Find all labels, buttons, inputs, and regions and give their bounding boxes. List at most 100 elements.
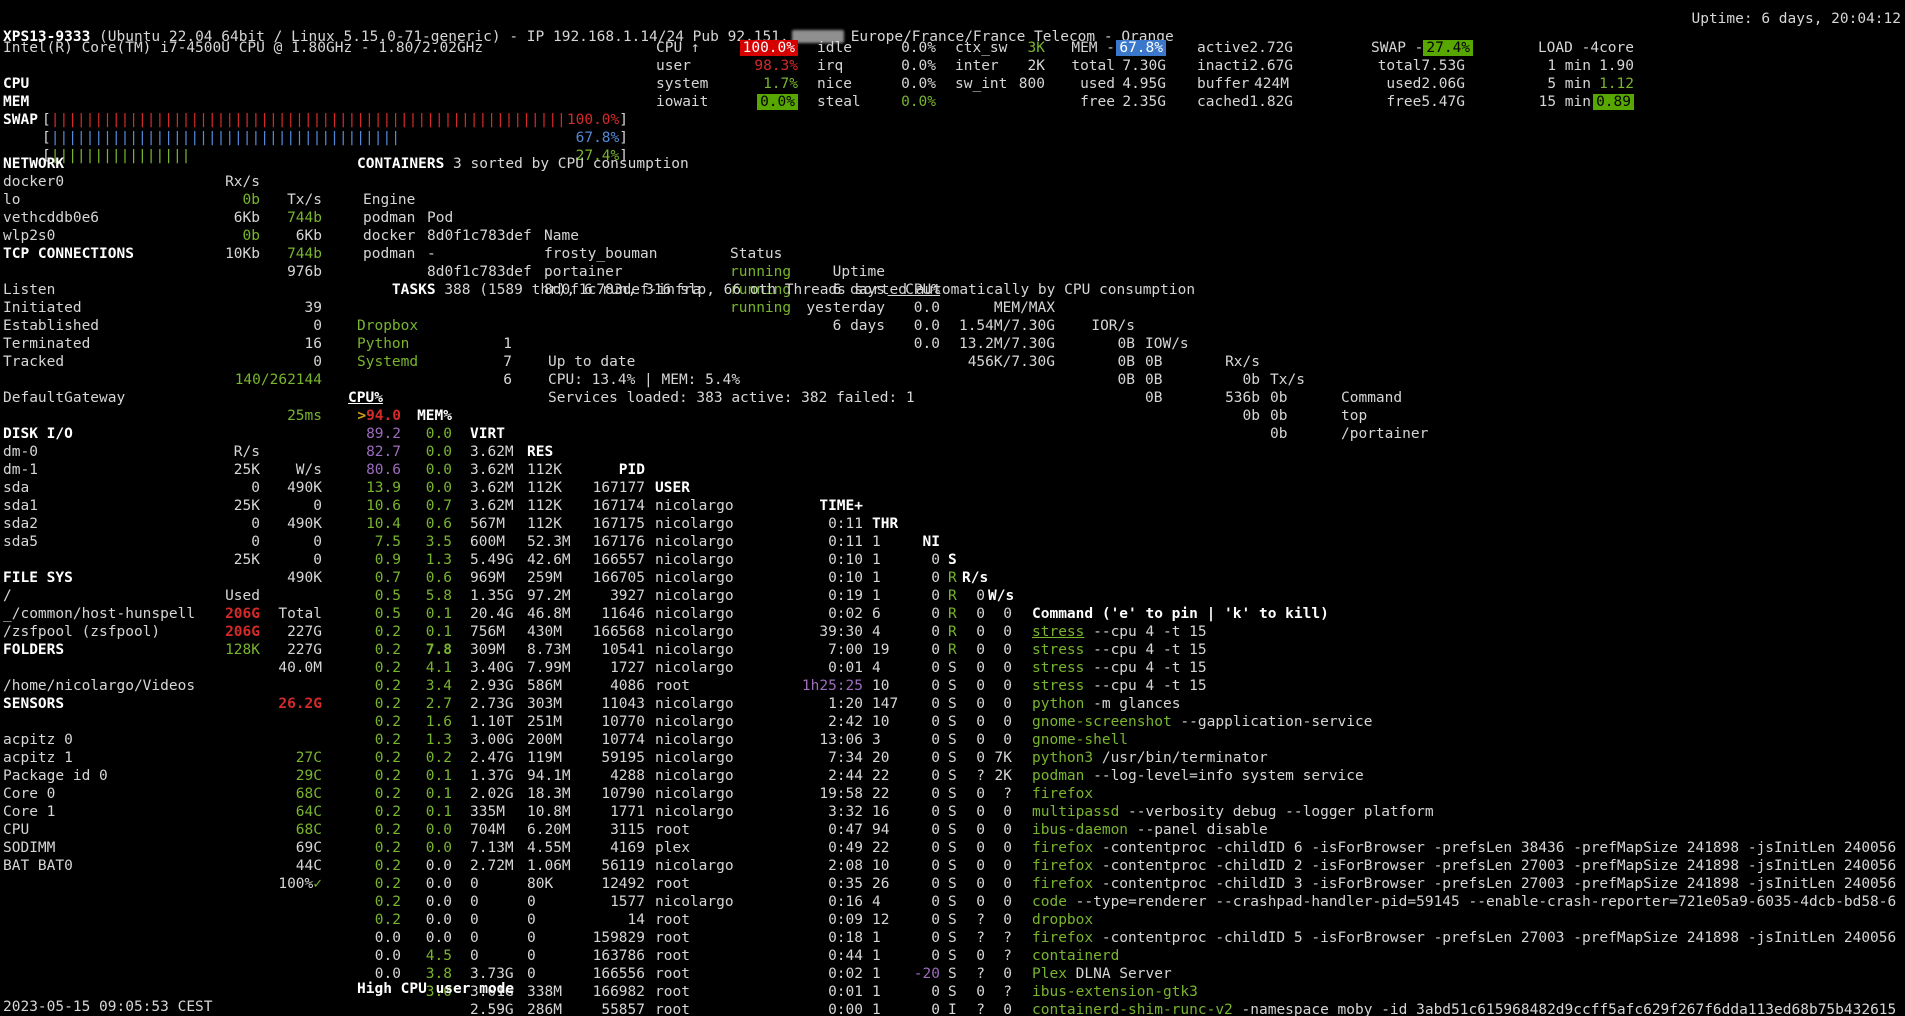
- stat-row: system1.7%: [656, 75, 798, 93]
- stat-value: 2.67G: [1249, 58, 1293, 74]
- stat-row: inacti2.67G: [1197, 57, 1289, 75]
- stat-row: iowait0.0%: [656, 93, 798, 111]
- stat-value: 5.47G: [1421, 94, 1465, 110]
- stat-label: idle: [817, 39, 873, 57]
- process-row: 0.5 0.1 309M 7.99M 4086 nicolargo 2:42 3…: [0, 587, 1905, 605]
- stat-row: nice0.0%: [817, 75, 936, 93]
- process-row: 0.2 1.6 3.00G 119M 4288 nicolargo 3:32 9…: [0, 677, 1905, 695]
- containers-title-row: CONTAINERS 3 sorted by CPU consumption: [0, 137, 1905, 155]
- stat-row: buffer424M: [1197, 75, 1289, 93]
- gauge-pipes: ||||||||||||||||||||||||||||||||||||||||…: [51, 111, 567, 129]
- process-row: 80.6 0.0 3.62M 112K 167176 nicolargo 0:1…: [0, 443, 1905, 461]
- process-row: 0.9 0.6 1.35G 46.8M 166568 nicolargo 0:0…: [0, 533, 1905, 551]
- stat-row: 5 min 1.12: [1535, 75, 1634, 93]
- cpu-model: Intel(R) Core(TM) i7-4500U CPU @ 1.80GHz…: [3, 39, 483, 57]
- mem-stats: MEM -67.8%total7.30Gused4.95Gfree2.35G: [1069, 39, 1166, 111]
- read-rate: ?: [962, 965, 985, 983]
- process-row: 0.2 0.0 0 0 14 root 0:44 1 0 I ? ? [rcu_…: [0, 821, 1905, 839]
- process-table: >94.0 0.0 3.62M 112K 167177 nicolargo 0:…: [0, 389, 1905, 965]
- container-name: frosty_bouman: [544, 245, 722, 263]
- process-row: 0.2 0.2 1.37G 18.3M 1771 root 0:49 10 0 …: [0, 713, 1905, 731]
- process-row: 10.6 0.6 600M 42.6M 166705 nicolargo 0:0…: [0, 479, 1905, 497]
- container-mem: 456K/7.30G: [945, 353, 1055, 371]
- nice-value: -20: [914, 966, 940, 982]
- container-row: podman 8d0f1c783def frosty_bouman runnin…: [0, 191, 1905, 209]
- process-row: 89.2 0.0 3.62M 112K 167174 nicolargo 0:1…: [0, 407, 1905, 425]
- stat-label: LOAD -: [1535, 39, 1590, 57]
- stat-label: iowait: [656, 93, 716, 111]
- stat-label: cached: [1197, 93, 1249, 111]
- load-stats: LOAD -4core1 min1.905 min1.1215 min0.89: [1535, 39, 1634, 111]
- amp-row: Dropbox 1 Up to date: [0, 299, 1905, 317]
- stat-value: 67.8%: [1116, 40, 1166, 56]
- stat-value: 4core: [1590, 40, 1634, 56]
- stat-row: SWAP -27.4%: [1371, 39, 1465, 57]
- tcp-metric-value: 0: [313, 354, 322, 370]
- stat-label: irq: [817, 57, 873, 75]
- quicklook-bars: CPU [|||||||||||||||||||||||||||||||||||…: [0, 57, 640, 111]
- stat-value: 0.0%: [901, 40, 936, 56]
- gauge-row: MEM [|||||||||||||||||||||||||||||||||||…: [0, 75, 640, 93]
- stat-row: active2.72G: [1197, 39, 1289, 57]
- stat-value-cell: 100.0%: [716, 39, 798, 57]
- process-row: 0.2 0.0 0 0 159829 root 0:02 1 0 I ? ? […: [0, 839, 1905, 857]
- stat-value-cell: 7.53G: [1421, 57, 1465, 75]
- stat-label: ctx_sw: [955, 39, 1011, 57]
- stat-value: 3K: [1028, 40, 1045, 56]
- stat-value-cell: 0.0%: [873, 93, 936, 111]
- stat-value: 0.0%: [901, 58, 936, 74]
- stat-value: 100.0%: [740, 40, 798, 56]
- stat-value: 1.12: [1599, 76, 1634, 92]
- stat-label: total: [1069, 57, 1115, 75]
- gauge-row: CPU [|||||||||||||||||||||||||||||||||||…: [0, 57, 640, 75]
- bracket-close: ]: [619, 111, 628, 129]
- stat-value: 27.4%: [1423, 40, 1473, 56]
- amp-name: Systemd: [357, 353, 487, 371]
- containers-section: CONTAINERS 3 sorted by CPU consumption E…: [0, 137, 1905, 245]
- user: root: [655, 965, 755, 983]
- stat-row: LOAD -4core: [1535, 39, 1634, 57]
- process-row: 0.2 0.1 2.02G 10.8M 3115 plex 2:08 26 0 …: [0, 731, 1905, 749]
- stat-label: 5 min: [1535, 75, 1591, 93]
- container-ior: 0B: [1065, 353, 1135, 371]
- stat-label: free: [1069, 93, 1115, 111]
- process-row: 0.0 4.5 3.73G 338M 55857 root 8:22 47 0 …: [0, 911, 1905, 929]
- stat-row: ctx_sw 3K: [955, 39, 1045, 57]
- stat-value-cell: 1.12: [1591, 75, 1634, 93]
- tasks-title: TASKS: [392, 282, 436, 298]
- process-row: 0.2 2.7 1.10T 200M 59195 nicolargo 19:58…: [0, 659, 1905, 677]
- stat-value-cell: 4core: [1590, 39, 1634, 57]
- stat-value-cell: 0.89: [1591, 93, 1634, 111]
- process-row: 0.2 0.1 704M 4.55M 56119 root 0:16 12 0 …: [0, 767, 1905, 785]
- stat-label: active: [1197, 39, 1249, 57]
- stat-value: 0.89: [1593, 94, 1634, 110]
- stat-row: total7.30G: [1069, 57, 1166, 75]
- stat-value-cell: 800: [1011, 75, 1045, 93]
- stat-value-cell: 2K: [1011, 57, 1045, 75]
- process-table-header: CPU% MEM% VIRT RES PID USER TIME+ THR NI…: [0, 371, 1905, 389]
- col-status: Status: [730, 245, 802, 263]
- container-row: docker - portainer running yesterday 0.0…: [0, 209, 1905, 227]
- container-engine: podman: [363, 245, 433, 263]
- process-row: 0.0 3.8 3.01G 286M 10778 nicolargo 15:01…: [0, 929, 1905, 947]
- stat-value-cell: 0.0%: [716, 93, 798, 111]
- stat-value-cell: 0.0%: [873, 39, 936, 57]
- alert-detail-line: 2023-05-15 09:05:45 (ongoing) - CPU_TOTA…: [357, 998, 1230, 1016]
- process-row: 0.2 3.4 2.73G 251M 10774 nicolargo 2:44 …: [0, 641, 1905, 659]
- alert-title: High CPU user mode: [357, 980, 514, 998]
- stat-row: 15 min0.89: [1535, 93, 1634, 111]
- res-mem: 0: [527, 965, 582, 983]
- stat-value-cell: 1.7%: [716, 75, 798, 93]
- stat-label: 1 min: [1535, 57, 1591, 75]
- cpu-stats-col2: idle0.0%irq0.0%nice0.0%steal0.0%: [817, 39, 936, 111]
- stat-value: 2K: [1028, 58, 1045, 74]
- stat-label: free: [1371, 93, 1421, 111]
- stat-row: cached1.82G: [1197, 93, 1289, 111]
- process-row: 0.2 0.1 335M 6.20M 4169 nicolargo 0:35 4…: [0, 749, 1905, 767]
- gauge-bar: [|||||||||||||||||||||||||||||||||||||||…: [42, 111, 628, 129]
- containers-header: Engine Pod Name Status Uptime CPU% MEM/M…: [0, 173, 1905, 191]
- stat-row: irq 0.0%: [817, 57, 936, 75]
- titlebar: XPS13-9333 (Ubuntu 22.04 64bit / Linux 5…: [0, 10, 1905, 28]
- stat-row: sw_int800: [955, 75, 1045, 93]
- stat-value-cell: 0.0%: [873, 75, 936, 93]
